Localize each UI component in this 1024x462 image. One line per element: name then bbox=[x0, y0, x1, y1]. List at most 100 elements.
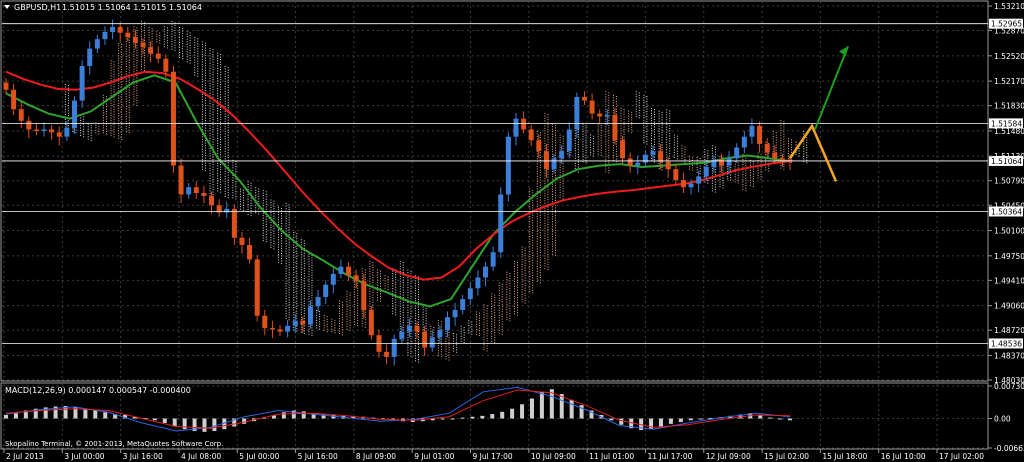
cloud-dot bbox=[197, 50, 199, 52]
cloud-dot bbox=[529, 238, 531, 240]
cloud-dot bbox=[620, 117, 622, 119]
cloud-dot bbox=[440, 348, 442, 350]
cloud-dot bbox=[166, 44, 168, 46]
cloud-dot bbox=[174, 24, 176, 26]
cloud-dot bbox=[539, 134, 541, 136]
cloud-dot bbox=[186, 43, 188, 45]
cloud-dot bbox=[422, 321, 424, 323]
cloud-dot bbox=[212, 81, 214, 83]
cloud-dot bbox=[316, 314, 318, 316]
cloud-dot bbox=[189, 44, 191, 46]
cloud-dot bbox=[783, 153, 785, 155]
cloud-dot bbox=[285, 238, 287, 240]
cloud-dot bbox=[555, 147, 557, 149]
cloud-dot bbox=[681, 155, 683, 157]
cloud-dot bbox=[296, 245, 298, 247]
cloud-dot bbox=[410, 350, 412, 352]
cloud-dot bbox=[783, 131, 785, 133]
cloud-dot bbox=[379, 280, 381, 282]
cloud-dot bbox=[783, 166, 785, 168]
cloud-dot bbox=[562, 148, 564, 150]
cloud-dot bbox=[516, 294, 518, 296]
cloud-dot bbox=[780, 130, 782, 132]
cloud-dot bbox=[669, 115, 671, 117]
cloud-dot bbox=[410, 353, 412, 355]
cloud-dot bbox=[791, 141, 792, 143]
cloud-dot bbox=[605, 161, 607, 163]
cloud-dot bbox=[201, 113, 203, 115]
candle-body bbox=[87, 48, 93, 66]
cloud-dot bbox=[224, 143, 226, 145]
cloud-dot bbox=[281, 220, 283, 222]
cloud-dot bbox=[547, 116, 549, 118]
cloud-dot bbox=[141, 61, 143, 63]
cloud-dot bbox=[90, 129, 92, 131]
cloud-dot bbox=[529, 216, 531, 218]
cloud-dot bbox=[357, 300, 359, 302]
cloud-dot bbox=[239, 188, 241, 190]
cloud-dot bbox=[547, 139, 549, 141]
cloud-dot bbox=[402, 304, 404, 306]
cloud-dot bbox=[422, 326, 424, 328]
cloud-dot bbox=[407, 349, 409, 351]
cloud-dot bbox=[118, 97, 120, 99]
cloud-dot bbox=[600, 154, 602, 156]
cloud-dot bbox=[650, 125, 652, 127]
cloud-dot bbox=[521, 261, 523, 263]
cloud-dot bbox=[425, 307, 427, 309]
cloud-dot bbox=[486, 312, 488, 314]
cloud-dot bbox=[293, 291, 295, 293]
cloud-dot bbox=[623, 126, 625, 128]
cloud-dot bbox=[475, 318, 477, 320]
cloud-dot bbox=[620, 137, 622, 139]
cloud-dot bbox=[597, 153, 599, 155]
cloud-dot bbox=[148, 36, 150, 38]
cloud-dot bbox=[737, 167, 739, 169]
cloud-dot bbox=[509, 285, 511, 287]
cloud-dot bbox=[262, 225, 264, 227]
cloud-dot bbox=[478, 327, 480, 329]
cloud-dot bbox=[247, 198, 249, 200]
cloud-dot bbox=[399, 268, 401, 270]
cloud-dot bbox=[323, 330, 325, 332]
cloud-dot bbox=[615, 113, 617, 115]
candle-body bbox=[490, 252, 496, 267]
cloud-dot bbox=[220, 101, 222, 103]
cloud-dot bbox=[186, 38, 188, 40]
cloud-dot bbox=[552, 186, 554, 188]
cloud-dot bbox=[174, 29, 176, 31]
cloud-dot bbox=[141, 63, 143, 65]
cloud-dot bbox=[574, 140, 576, 142]
cloud-dot bbox=[217, 150, 219, 152]
cloud-dot bbox=[486, 322, 488, 324]
cloud-dot bbox=[440, 326, 442, 328]
cloud-dot bbox=[590, 154, 592, 156]
cloud-dot bbox=[364, 271, 366, 273]
candle-body bbox=[186, 187, 192, 195]
cloud-dot bbox=[128, 102, 130, 104]
cloud-dot bbox=[80, 125, 82, 127]
cloud-dot bbox=[783, 163, 785, 165]
cloud-dot bbox=[544, 262, 546, 264]
cloud-dot bbox=[288, 304, 290, 306]
cloud-dot bbox=[463, 334, 465, 336]
cloud-dot bbox=[278, 261, 280, 263]
cloud-dot bbox=[201, 98, 203, 100]
cloud-dot bbox=[661, 146, 663, 148]
cloud-dot bbox=[212, 164, 214, 166]
cloud-dot bbox=[204, 117, 206, 119]
cloud-dot bbox=[536, 243, 538, 245]
cloud-dot bbox=[407, 272, 409, 274]
cloud-dot bbox=[384, 277, 386, 279]
cloud-dot bbox=[524, 287, 526, 289]
cloud-dot bbox=[608, 134, 610, 136]
cloud-dot bbox=[544, 242, 546, 244]
cloud-dot bbox=[247, 183, 249, 185]
cloud-dot bbox=[110, 87, 112, 89]
cloud-dot bbox=[448, 337, 450, 339]
cloud-dot bbox=[110, 65, 112, 67]
cloud-dot bbox=[118, 45, 120, 47]
cloud-dot bbox=[288, 296, 290, 298]
cloud-dot bbox=[483, 344, 485, 346]
cloud-dot bbox=[650, 110, 652, 112]
